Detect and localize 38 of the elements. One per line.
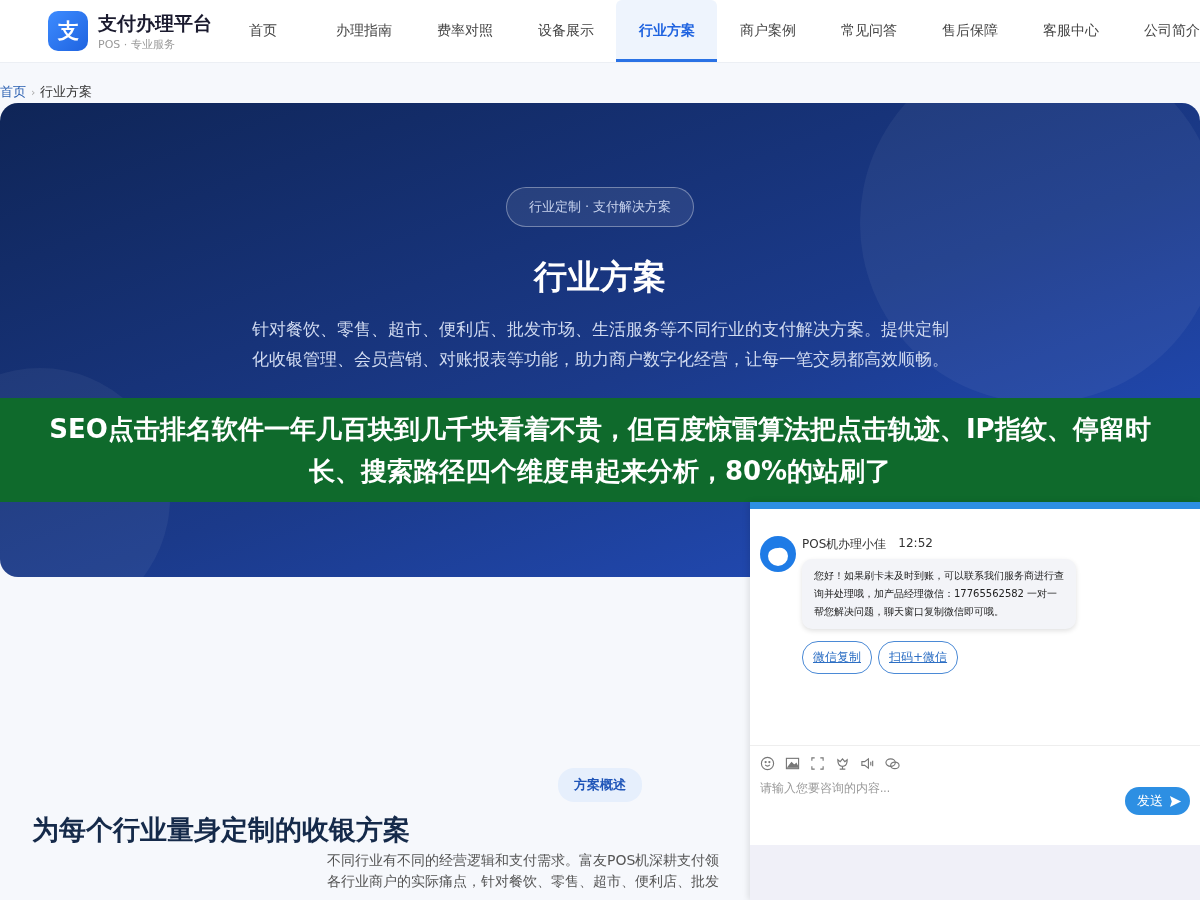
message-time: 12:52 <box>898 536 933 552</box>
section-tag: 方案概述 <box>558 768 642 802</box>
chat-message: 您好！如果刷卡未及时到账，可以联系我们服务商进行查询并处理哦，加产品经理微信：17765562582 一对一帮您解决问题，聊天窗口复制微信即可哦。 <box>802 559 1076 629</box>
breadcrumb-link[interactable]: 首页 <box>0 83 26 101</box>
hero-tag: 行业定制 · 支付解决方案 <box>505 187 695 227</box>
section-text: 各行业商户的实际痛点，针对餐饮、零售、超市、便利店、批发 <box>327 872 720 891</box>
section-text: 不同行业有不同的经营逻辑和支付需求。富友POS机深耕支付领 <box>327 851 721 870</box>
agent-name: POS机办理小佳 <box>802 536 887 553</box>
nav-tab[interactable]: 售后保障 <box>919 0 1020 62</box>
nav-tab[interactable]: 办理指南 <box>313 0 414 62</box>
nav-tab[interactable]: 行业方案 <box>616 0 717 62</box>
logo-mark: 支 <box>48 11 88 51</box>
hero-description: 针对餐饮、零售、超市、便利店、批发市场、生活服务等不同行业的支付解决方案。提供定制化收银管理、会员营销、对账报表等功能，助力商户数字化经营，让每一笔交易都高效顺畅。 <box>250 318 950 371</box>
nav-tab[interactable]: 费率对照 <box>414 0 515 62</box>
message-input[interactable]: 请输入您要咨询的内容... <box>760 775 1060 801</box>
smile-icon[interactable] <box>760 756 775 771</box>
quick-reply-button[interactable]: 扫码+微信 <box>878 641 959 674</box>
agent-avatar-icon <box>760 536 796 572</box>
quick-reply-button[interactable]: 微信复制 <box>802 641 872 674</box>
banner-text: SEO点击排名软件一年几百块到几千块看着不贵，但百度惊雷算法把点击轨迹、IP指纹、停留时长、搜索路径四个维度串起来分析，80%的站刷了 <box>48 413 1152 488</box>
image-icon[interactable] <box>785 756 800 771</box>
site-subtitle: POS · 专业服务 <box>98 36 176 52</box>
nav-tab[interactable]: 常见问答 <box>818 0 919 62</box>
nav-tab[interactable]: 公司简介 <box>1121 0 1200 62</box>
nav-tab[interactable]: 客服中心 <box>1020 0 1121 62</box>
chat-icon[interactable] <box>885 756 900 771</box>
flower-icon[interactable] <box>835 756 850 771</box>
speaker-icon[interactable] <box>860 756 875 771</box>
section-heading: 为每个行业量身定制的收银方案 <box>32 813 411 847</box>
site-title: 支付办理平台 <box>98 10 212 36</box>
nav-tab[interactable]: 首页 <box>212 0 313 62</box>
nav-tab[interactable]: 设备展示 <box>515 0 616 62</box>
breadcrumb-current: 行业方案 <box>40 83 93 101</box>
nav-tab[interactable]: 商户案例 <box>717 0 818 62</box>
breadcrumb-separator: › <box>31 85 36 99</box>
expand-icon[interactable] <box>810 756 825 771</box>
send-icon <box>1169 794 1182 808</box>
hero-title: 行业方案 <box>534 256 666 298</box>
